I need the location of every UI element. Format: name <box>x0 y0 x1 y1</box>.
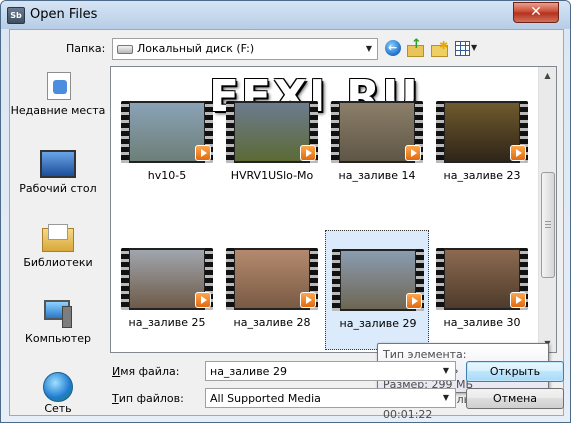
film-strip-icon <box>121 101 129 163</box>
video-frame <box>341 251 415 309</box>
file-item[interactable]: на_заливе 23 <box>430 83 534 203</box>
film-strip-icon <box>436 248 444 310</box>
film-strip-icon <box>332 249 340 311</box>
window-title: Open Files <box>30 7 98 22</box>
place-network[interactable]: Сеть <box>10 372 106 416</box>
file-item[interactable]: на_заливе 14 <box>325 83 429 203</box>
file-name: на_заливе 30 <box>443 316 521 329</box>
video-thumbnail <box>121 248 213 310</box>
chevron-down-icon[interactable]: ▼ <box>438 388 454 408</box>
video-frame <box>235 103 309 161</box>
close-button[interactable]: ✕ <box>513 2 559 23</box>
app-icon: Sb <box>7 7 25 24</box>
look-in-label: Папка: <box>66 42 106 55</box>
video-frame <box>340 103 414 161</box>
video-frame <box>235 250 309 308</box>
film-strip-icon <box>121 248 129 310</box>
up-folder-icon[interactable]: ↑ <box>406 37 424 57</box>
filetype-select[interactable]: All Supported Media <box>205 388 456 408</box>
play-icon <box>406 293 422 309</box>
place-label: Сеть <box>44 402 72 415</box>
play-icon <box>300 292 316 308</box>
desktop-icon <box>40 150 76 178</box>
file-item[interactable]: на_заливе 29 <box>325 230 429 350</box>
film-strip-icon <box>436 101 444 163</box>
recent-places-icon <box>43 70 73 100</box>
video-thumbnail <box>331 101 423 163</box>
play-icon <box>195 145 211 161</box>
open-button[interactable]: Открыть <box>466 361 564 382</box>
video-thumbnail <box>332 249 424 311</box>
place-label: Библиотеки <box>23 256 93 269</box>
film-strip-icon <box>331 101 339 163</box>
file-name: hv10-5 <box>147 169 187 182</box>
look-in-value: Локальный диск (F:) <box>137 42 255 55</box>
back-icon[interactable]: ← <box>384 39 402 57</box>
video-frame <box>130 250 204 308</box>
file-name: на_заливе 23 <box>443 169 521 182</box>
place-desktop[interactable]: Рабочий стол <box>10 150 106 196</box>
play-icon <box>510 292 526 308</box>
file-item[interactable]: HVRV1USlo-Mo <box>220 83 324 203</box>
libraries-icon <box>42 224 74 252</box>
cancel-button[interactable]: Отмена <box>466 388 564 409</box>
file-name: на_заливе 25 <box>128 316 206 329</box>
scroll-thumb[interactable] <box>541 172 555 278</box>
chevron-down-icon[interactable]: ▼ <box>361 39 377 59</box>
file-name: на_заливе 29 <box>339 317 417 330</box>
drive-icon <box>117 45 133 54</box>
place-label: Компьютер <box>25 332 91 345</box>
video-frame <box>445 103 519 161</box>
play-icon <box>195 292 211 308</box>
video-frame <box>130 103 204 161</box>
film-strip-icon <box>226 101 234 163</box>
video-thumbnail <box>436 101 528 163</box>
views-menu-icon[interactable]: ▼ <box>454 39 480 57</box>
file-list[interactable]: EEXI.RU hv10-5 HVRV1USlo-Mo на_заливе 14 на… <box>110 66 557 353</box>
file-item[interactable]: hv10-5 <box>115 83 219 203</box>
file-item[interactable]: на_заливе 28 <box>220 230 324 350</box>
filename-field[interactable]: на_заливе 29 <box>205 361 456 381</box>
places-bar: Недавние места Рабочий стол Библиотеки К… <box>10 66 106 415</box>
new-folder-icon[interactable]: ✱ <box>430 39 448 57</box>
place-recent[interactable]: Недавние места <box>10 70 106 118</box>
computer-icon <box>42 298 74 328</box>
title-bar[interactable]: Sb Open Files ✕ <box>1 1 570 29</box>
chevron-down-icon[interactable]: ▼ <box>438 361 454 381</box>
filetype-label: Тип файлов: <box>112 392 184 405</box>
look-in-combo[interactable]: Локальный диск (F:) ▼ <box>112 38 378 60</box>
place-computer[interactable]: Компьютер <box>10 298 106 346</box>
file-name: HVRV1USlo-Mo <box>230 169 314 182</box>
place-label: Недавние места <box>10 104 106 117</box>
video-thumbnail <box>226 101 318 163</box>
vertical-scrollbar[interactable]: ▲ ▼ <box>538 67 556 352</box>
filename-label: Имя файла: <box>112 365 180 378</box>
video-thumbnail <box>121 101 213 163</box>
play-icon <box>300 145 316 161</box>
video-thumbnail <box>436 248 528 310</box>
open-files-window: Sb Open Files ✕ Папка: Локальный диск (F… <box>0 0 571 423</box>
video-frame <box>445 250 519 308</box>
file-item[interactable]: на_заливе 25 <box>115 230 219 350</box>
place-libraries[interactable]: Библиотеки <box>10 224 106 270</box>
film-strip-icon <box>226 248 234 310</box>
file-name: на_заливе 28 <box>233 316 311 329</box>
video-thumbnail <box>226 248 318 310</box>
place-label: Рабочий стол <box>19 182 97 195</box>
scroll-up-icon[interactable]: ▲ <box>539 67 556 84</box>
play-icon <box>510 145 526 161</box>
dialog-body: Папка: Локальный диск (F:) ▼ ← ↑ ✱ ▼ Нед… <box>9 29 564 421</box>
network-icon <box>43 372 73 402</box>
file-item[interactable]: на_заливе 30 <box>430 230 534 350</box>
file-name: на_заливе 14 <box>338 169 416 182</box>
play-icon <box>405 145 421 161</box>
